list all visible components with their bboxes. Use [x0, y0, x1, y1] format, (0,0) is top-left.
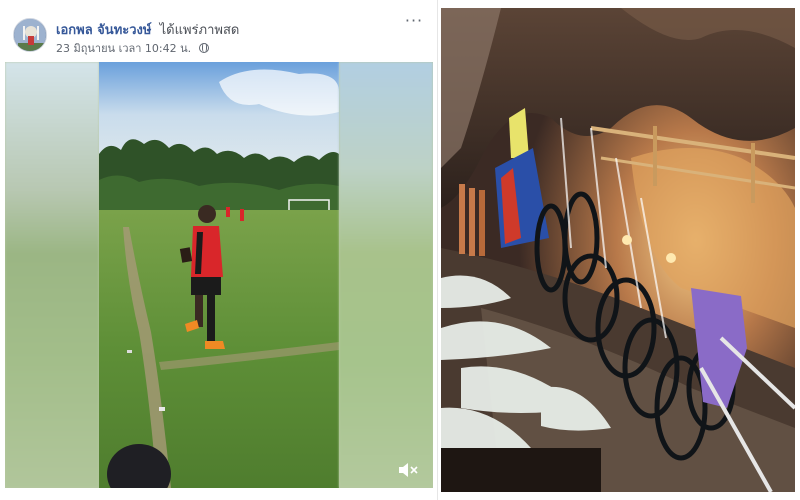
video-blur-right	[339, 62, 433, 488]
facebook-post: เอกพล จันทะวงษ์ ได้แพร่ภาพสด 23 มิถุนายน…	[0, 0, 438, 500]
post-action-text: ได้แพร่ภาพสด	[159, 23, 240, 38]
more-options-button[interactable]: ···	[402, 13, 426, 34]
cave-photo	[441, 8, 795, 492]
post-author-line: เอกพล จันทะวงษ์ ได้แพร่ภาพสด	[56, 19, 239, 40]
volume-muted-icon[interactable]	[397, 462, 419, 478]
avatar[interactable]	[13, 18, 47, 52]
post-meta: 23 มิถุนายน เวลา 10:42 น.	[56, 39, 209, 57]
post-header: เอกพล จันทะวงษ์ ได้แพร่ภาพสด 23 มิถุนายน…	[0, 0, 437, 62]
video-blur-left	[5, 62, 99, 488]
live-video-player[interactable]	[5, 62, 433, 488]
post-footer	[0, 490, 437, 500]
author-name-link[interactable]: เอกพล จันทะวงษ์	[56, 23, 151, 38]
globe-icon[interactable]	[198, 43, 209, 53]
post-timestamp[interactable]: 23 มิถุนายน เวลา 10:42 น.	[56, 42, 191, 55]
video-frame[interactable]	[99, 62, 339, 488]
